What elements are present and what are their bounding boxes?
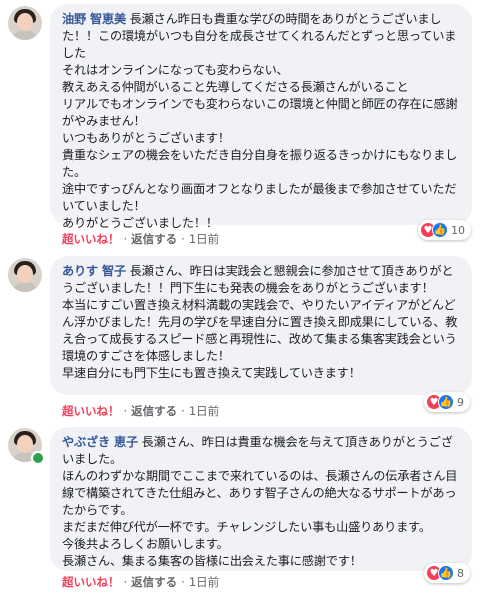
separator: · [123,575,128,589]
comment-body: 長瀬さん、昨日は実践会と懇親会に参加させて頂きありがとうございました！！門下生に… [62,264,458,380]
thumbs-up-icon: 👍 [432,222,448,238]
comment-text: 油野 智恵美 長瀬さん昨日も貴重な学びの時間をありがとうございました！！この環境… [62,12,458,230]
comment-bubble: 油野 智恵美 長瀬さん昨日も貴重な学びの時間をありがとうございました！！この環境… [50,4,472,230]
reply-button[interactable]: 返信する [131,231,177,247]
reply-button[interactable]: 返信する [131,574,177,590]
reaction-summary[interactable]: ♥ 👍 10 [418,220,471,240]
reply-button[interactable]: 返信する [131,403,177,419]
comment-body: 長瀬さん、昨日は貴重な機会を与えて頂きありがとうございました。 ほんのわずかな期… [62,435,458,568]
love-reaction-button[interactable]: 超いいね！ [62,231,120,247]
comment-bubble: やぶざき 恵子 長瀬さん、昨日は貴重な機会を与えて頂きありがとうございました。 … [50,427,472,571]
avatar[interactable] [8,258,42,292]
love-reaction-button[interactable]: 超いいね！ [62,403,120,419]
reaction-summary[interactable]: ♥ 👍 8 [424,563,470,583]
comment-actions: 超いいね！ · 返信する · 1日前 [62,231,219,247]
timestamp[interactable]: 1日前 [189,403,219,419]
comment-text: やぶざき 恵子 長瀬さん、昨日は貴重な機会を与えて頂きありがとうございました。 … [62,435,457,568]
comment-text: ありす 智子 長瀬さん、昨日は実践会と懇親会に参加させて頂きありがとうございまし… [62,264,457,380]
avatar[interactable] [8,6,42,40]
timestamp[interactable]: 1日前 [189,574,219,590]
comment-author[interactable]: やぶざき 恵子 [62,435,138,449]
timestamp[interactable]: 1日前 [189,231,219,247]
comment-actions: 超いいね！ · 返信する · 1日前 [62,574,219,590]
separator: · [181,232,185,246]
reaction-count: 9 [457,395,464,409]
comment-author[interactable]: 油野 智恵美 [62,12,126,26]
comment-author[interactable]: ありす 智子 [62,264,126,278]
love-reaction-button[interactable]: 超いいね！ [62,574,120,590]
thumbs-up-icon: 👍 [438,394,454,410]
separator: · [123,232,128,246]
reaction-summary[interactable]: ♥ 👍 9 [424,392,470,412]
separator: · [181,404,185,418]
thumbs-up-icon: 👍 [438,565,454,581]
separator: · [123,404,128,418]
online-status-indicator [31,451,45,465]
comment-actions: 超いいね！ · 返信する · 1日前 [62,403,219,419]
reaction-count: 10 [451,223,465,237]
comment-bubble: ありす 智子 長瀬さん、昨日は実践会と懇親会に参加させて頂きありがとうございまし… [50,256,472,395]
separator: · [181,575,185,589]
reaction-count: 8 [457,566,464,580]
comment-body: 長瀬さん昨日も貴重な学びの時間をありがとうございました！！この環境がいつも自分を… [62,12,458,230]
